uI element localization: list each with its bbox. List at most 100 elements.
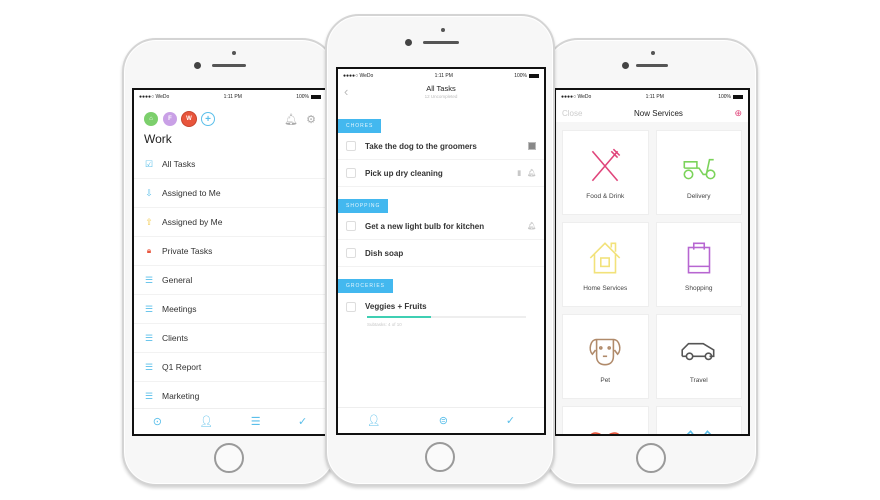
home-button[interactable] [214,443,244,473]
battery-text: 100% [514,73,527,79]
earpiece [636,64,668,67]
section-label-chores: CHORES [338,119,382,133]
service-label: Food & Drink [586,193,625,200]
close-button[interactable]: Close [562,109,582,118]
sensor-dot [232,51,236,55]
task-checkbox[interactable] [346,141,356,151]
battery-icon [311,94,321,99]
home-button[interactable] [636,443,666,473]
shirt-icon [686,429,712,434]
location-icon[interactable]: ⊙ [153,415,162,428]
add-list-icon[interactable]: ☰ [251,415,261,428]
phone-all-tasks: ●●●●○ WeDo 1:11 PM 100% ‹ All Tasks 12 U… [325,14,555,486]
progress-bar [367,316,526,318]
add-user-icon[interactable]: 👤︎ [199,415,213,428]
service-label: Pet [600,377,611,384]
nav-item-private-tasks[interactable]: 🔒︎ Private Tasks [134,237,326,266]
service-tile-food-drink[interactable]: Food & Drink [562,130,649,215]
service-tile-home-services[interactable]: Home Services [562,222,649,307]
battery-text: 100% [296,94,309,100]
task-checkbox[interactable] [346,248,356,258]
services-grid: Food & Drink Delivery Home Services Shop… [556,122,748,434]
add-workspace-button[interactable]: + [201,112,215,126]
section-label-shopping: SHOPPING [338,199,389,213]
sensor-dot [651,51,655,55]
add-user-icon[interactable]: 👤︎ [367,414,381,427]
service-tile-health[interactable] [562,406,649,434]
front-camera [405,39,412,46]
list-icon: ☰ [144,274,154,285]
service-tile-shopping[interactable]: Shopping [655,222,742,307]
bottom-toolbar: ⊙ 👤︎ ☰ ✓ [134,408,326,434]
nav-item-label: Assigned to Me [162,188,221,198]
assigned-out-icon: ⇧ [145,216,153,227]
time-text: 1:11 PM [223,94,242,100]
task-checkbox[interactable] [346,168,356,178]
battery-icon [529,73,539,78]
workspace-f-avatar[interactable]: F [163,112,177,126]
screen-workspaces: ●●●●○ WeDo 1:11 PM 100% ⌂ F W + 🔔︎ ⚙ Wor… [132,88,328,436]
task-row[interactable]: Dish soap [338,240,544,267]
task-row[interactable]: Take the dog to the groomers [338,133,544,160]
bell-icon: 🔔︎ [527,170,536,177]
nav-item-meetings[interactable]: ☰ Meetings [134,295,326,324]
task-title: Pick up dry cleaning [365,168,443,178]
nav-item-q1-report[interactable]: ☰ Q1 Report [134,353,326,382]
phone-workspaces: ●●●●○ WeDo 1:11 PM 100% ⌂ F W + 🔔︎ ⚙ Wor… [122,38,336,486]
battery-indicator: 100% [296,94,321,100]
status-bar: ●●●●○ WeDo 1:11 PM 100% [338,69,544,83]
task-title: Get a new light bulb for kitchen [365,221,485,231]
task-row[interactable]: Pick up dry cleaning ▮ 🔔︎ [338,160,544,187]
nav-item-label: Q1 Report [162,362,202,372]
nav-item-label: All Tasks [162,159,196,169]
page-title: Now Services [634,108,683,118]
nav-item-all-tasks[interactable]: ☑ All Tasks [134,150,326,179]
workspace-home-avatar[interactable]: ⌂ [144,112,158,126]
time-text: 1:11 PM [645,94,664,100]
task-checkbox[interactable] [346,221,356,231]
filter-icon[interactable]: ⊜ [439,414,448,427]
service-label: Travel [689,377,708,384]
status-bar: ●●●●○ WeDo 1:11 PM 100% [556,90,748,104]
task-title: Veggies + Fruits [365,302,427,311]
add-location-icon[interactable]: ⊕ [734,108,742,119]
service-tile-travel[interactable]: Travel [655,314,742,399]
front-camera [194,62,201,69]
service-tile-delivery[interactable]: Delivery [655,130,742,215]
nav-item-label: Meetings [162,304,197,314]
carrier-text: ●●●●○ WeDo [343,73,374,79]
service-label: Delivery [687,193,711,200]
service-tile-pet[interactable]: Pet [562,314,649,399]
service-label: Shopping [685,285,713,292]
service-tile-laundry[interactable] [655,406,742,434]
workspace-switcher: ⌂ F W + 🔔︎ ⚙ [134,104,326,126]
app-showcase: ●●●●○ WeDo 1:11 PM 100% ⌂ F W + 🔔︎ ⚙ Wor… [0,0,880,500]
home-button[interactable] [425,442,455,472]
battery-text: 100% [718,94,731,100]
workspace-w-avatar[interactable]: W [182,112,196,126]
nav-header: ‹ All Tasks 12 Uncompleted [338,83,544,107]
workspace-title: Work [144,132,172,146]
nav-item-marketing[interactable]: ☰ Marketing [134,382,326,411]
task-checkbox[interactable] [346,301,356,312]
task-title: Take the dog to the groomers [365,141,477,151]
add-task-icon[interactable]: ✓ [298,415,307,428]
nav-item-assigned-to-me[interactable]: ⇩ Assigned to Me [134,179,326,208]
nav-item-assigned-by-me[interactable]: ⇧ Assigned by Me [134,208,326,237]
add-task-icon[interactable]: ✓ [506,414,515,427]
time-text: 1:11 PM [434,73,453,79]
battery-indicator: 100% [514,73,539,79]
house-icon [589,242,621,274]
page-title: All Tasks [426,84,456,93]
gear-icon[interactable]: ⚙ [306,113,316,126]
nav-item-clients[interactable]: ☰ Clients [134,324,326,353]
bell-icon[interactable]: 🔔︎ [284,113,298,126]
checkbox-icon: ☑ [144,158,154,169]
nav-item-general[interactable]: ☰ General [134,266,326,295]
status-bar: ●●●●○ WeDo 1:11 PM 100% [134,90,326,104]
task-row[interactable]: Get a new light bulb for kitchen 🔔︎ [338,213,544,240]
shopping-bag-icon [687,242,711,274]
back-chevron-icon[interactable]: ‹ [344,84,348,99]
progress-fill [367,316,431,318]
page-subtitle: 12 Uncompleted [424,94,458,99]
